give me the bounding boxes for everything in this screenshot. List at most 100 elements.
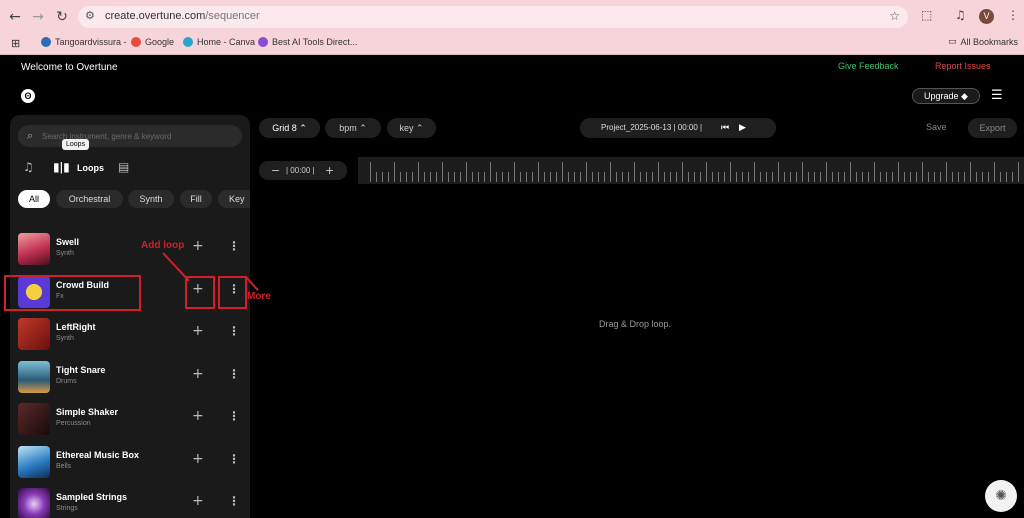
tab-loops[interactable]: Loops xyxy=(77,163,104,173)
extensions-icon[interactable]: ⬚ xyxy=(921,8,932,22)
hamburger-menu-icon[interactable]: ☰ xyxy=(991,89,1003,102)
ruler-tick xyxy=(562,162,563,182)
loop-item[interactable]: Swell Synth + ⋮ xyxy=(18,231,248,267)
ruler-tick xyxy=(808,172,809,182)
loop-name: Sampled Strings xyxy=(56,492,128,502)
add-loop-button[interactable]: + xyxy=(192,452,204,466)
ruler-tick xyxy=(970,162,971,182)
ruler-tick xyxy=(646,172,647,182)
ruler-tick xyxy=(844,172,845,182)
all-bookmarks[interactable]: ▭ All Bookmarks xyxy=(948,37,1018,47)
give-feedback-link[interactable]: Give Feedback xyxy=(838,61,899,71)
bpm-select[interactable]: bpm ⌃ xyxy=(325,118,381,138)
ruler-tick xyxy=(814,172,815,182)
loop-thumbnail xyxy=(18,318,50,350)
ruler-tick xyxy=(376,172,377,182)
loop-thumbnail xyxy=(18,488,50,518)
key-select[interactable]: key ⌃ xyxy=(387,118,436,138)
ruler-tick xyxy=(952,172,953,182)
add-loop-button[interactable]: + xyxy=(192,239,204,253)
ruler-tick xyxy=(682,162,683,182)
project-name[interactable]: Project_2025-06-13 | 00:00 | xyxy=(601,118,702,138)
ruler-tick xyxy=(832,172,833,182)
loop-item[interactable]: Ethereal Music Box Bells + ⋮ xyxy=(18,444,248,480)
ruler-tick xyxy=(868,172,869,182)
add-loop-button[interactable]: + xyxy=(192,367,204,381)
back-icon[interactable]: ← xyxy=(6,8,24,26)
ruler-tick xyxy=(622,172,623,182)
timeline-ruler[interactable] xyxy=(358,157,1024,184)
ruler-tick xyxy=(910,172,911,182)
save-button[interactable]: Save xyxy=(926,122,947,132)
browser-menu-icon[interactable]: ⋮ xyxy=(1007,8,1019,22)
loop-item[interactable]: Sampled Strings Strings + ⋮ xyxy=(18,486,248,518)
reload-icon[interactable]: ↻ xyxy=(53,8,71,26)
ruler-tick xyxy=(526,172,527,182)
play-icon[interactable]: ▶ xyxy=(739,118,746,138)
loop-item[interactable]: LeftRight Synth + ⋮ xyxy=(18,316,248,352)
ruler-tick xyxy=(886,172,887,182)
ruler-tick xyxy=(544,172,545,182)
more-options-button[interactable]: ⋮ xyxy=(228,409,240,423)
ruler-tick xyxy=(586,162,587,182)
chip-synth[interactable]: Synth xyxy=(128,190,174,208)
ruler-tick xyxy=(394,162,395,182)
zoom-out-button[interactable]: − xyxy=(271,161,280,180)
bookmark-star-icon[interactable]: ☆ xyxy=(889,9,900,23)
more-options-button[interactable]: ⋮ xyxy=(228,239,240,253)
add-loop-button[interactable]: + xyxy=(192,409,204,423)
ruler-tick xyxy=(898,162,899,182)
forward-icon[interactable]: → xyxy=(29,8,47,26)
chip-all[interactable]: All xyxy=(18,190,50,208)
ruler-tick xyxy=(460,172,461,182)
tab-loops-waveform-icon[interactable]: ▮ǀ▮ xyxy=(53,160,70,174)
ruler-tick xyxy=(592,172,593,182)
chip-fill[interactable]: Fill xyxy=(180,190,212,208)
bookmark-tangoardvissura[interactable]: Tangoardvissura - xyxy=(41,37,127,47)
ruler-tick xyxy=(472,172,473,182)
apps-grid-icon[interactable]: ⊞ xyxy=(11,37,20,50)
skip-to-start-icon[interactable]: ⏮ xyxy=(721,118,729,138)
tab-instruments-music-note-icon[interactable]: ♫ xyxy=(23,160,34,174)
ruler-tick xyxy=(724,172,725,182)
loop-thumbnail xyxy=(18,233,50,265)
upgrade-button[interactable]: Upgrade ◆ xyxy=(912,88,980,104)
loop-thumbnail xyxy=(18,403,50,435)
loop-name: Simple Shaker xyxy=(56,407,119,417)
chip-key[interactable]: Key xyxy=(218,190,250,208)
add-loop-button[interactable]: + xyxy=(192,324,204,338)
export-button[interactable]: Export xyxy=(968,118,1017,138)
search-box[interactable]: ⌕ xyxy=(18,125,242,147)
loop-item[interactable]: Simple Shaker Percussion + ⋮ xyxy=(18,401,248,437)
ruler-tick xyxy=(610,162,611,182)
site-settings-icon[interactable]: ⚙ xyxy=(85,9,95,22)
overtune-logo[interactable]: ʘ xyxy=(21,89,35,103)
loop-item[interactable]: Tight Snare Drums + ⋮ xyxy=(18,359,248,395)
bookmark-google[interactable]: Google xyxy=(131,37,174,47)
zoom-in-button[interactable]: + xyxy=(325,161,334,180)
more-options-button[interactable]: ⋮ xyxy=(228,324,240,338)
chip-orchestral[interactable]: Orchestral xyxy=(56,190,123,208)
tab-samples-file-icon[interactable]: ▤ xyxy=(118,160,129,174)
url-text: create.overtune.com/sequencer xyxy=(105,10,260,22)
ruler-tick xyxy=(742,172,743,182)
loop-thumbnail xyxy=(18,446,50,478)
grid-select[interactable]: Grid 8 ⌃ xyxy=(259,118,320,138)
ruler-tick xyxy=(496,172,497,182)
ruler-tick xyxy=(940,172,941,182)
report-issues-link[interactable]: Report Issues xyxy=(935,61,991,71)
more-options-button[interactable]: ⋮ xyxy=(228,452,240,466)
profile-avatar[interactable]: V xyxy=(979,9,994,24)
bookmark-ai-tools[interactable]: Best AI Tools Direct... xyxy=(258,37,357,47)
media-controls-icon[interactable]: ♫ xyxy=(955,8,966,22)
add-loop-button[interactable]: + xyxy=(192,494,204,508)
ruler-tick xyxy=(850,162,851,182)
bookmark-canva[interactable]: Home - Canva xyxy=(183,37,255,47)
ruler-tick xyxy=(964,172,965,182)
ruler-tick xyxy=(748,172,749,182)
more-options-button[interactable]: ⋮ xyxy=(228,367,240,381)
zoom-control: − | 00:00 | + xyxy=(259,161,347,180)
transport-bar: Project_2025-06-13 | 00:00 | ⏮ ▶ xyxy=(580,118,776,138)
address-bar[interactable]: ⚙ create.overtune.com/sequencer ☆ xyxy=(78,6,908,28)
more-options-button[interactable]: ⋮ xyxy=(228,494,240,508)
